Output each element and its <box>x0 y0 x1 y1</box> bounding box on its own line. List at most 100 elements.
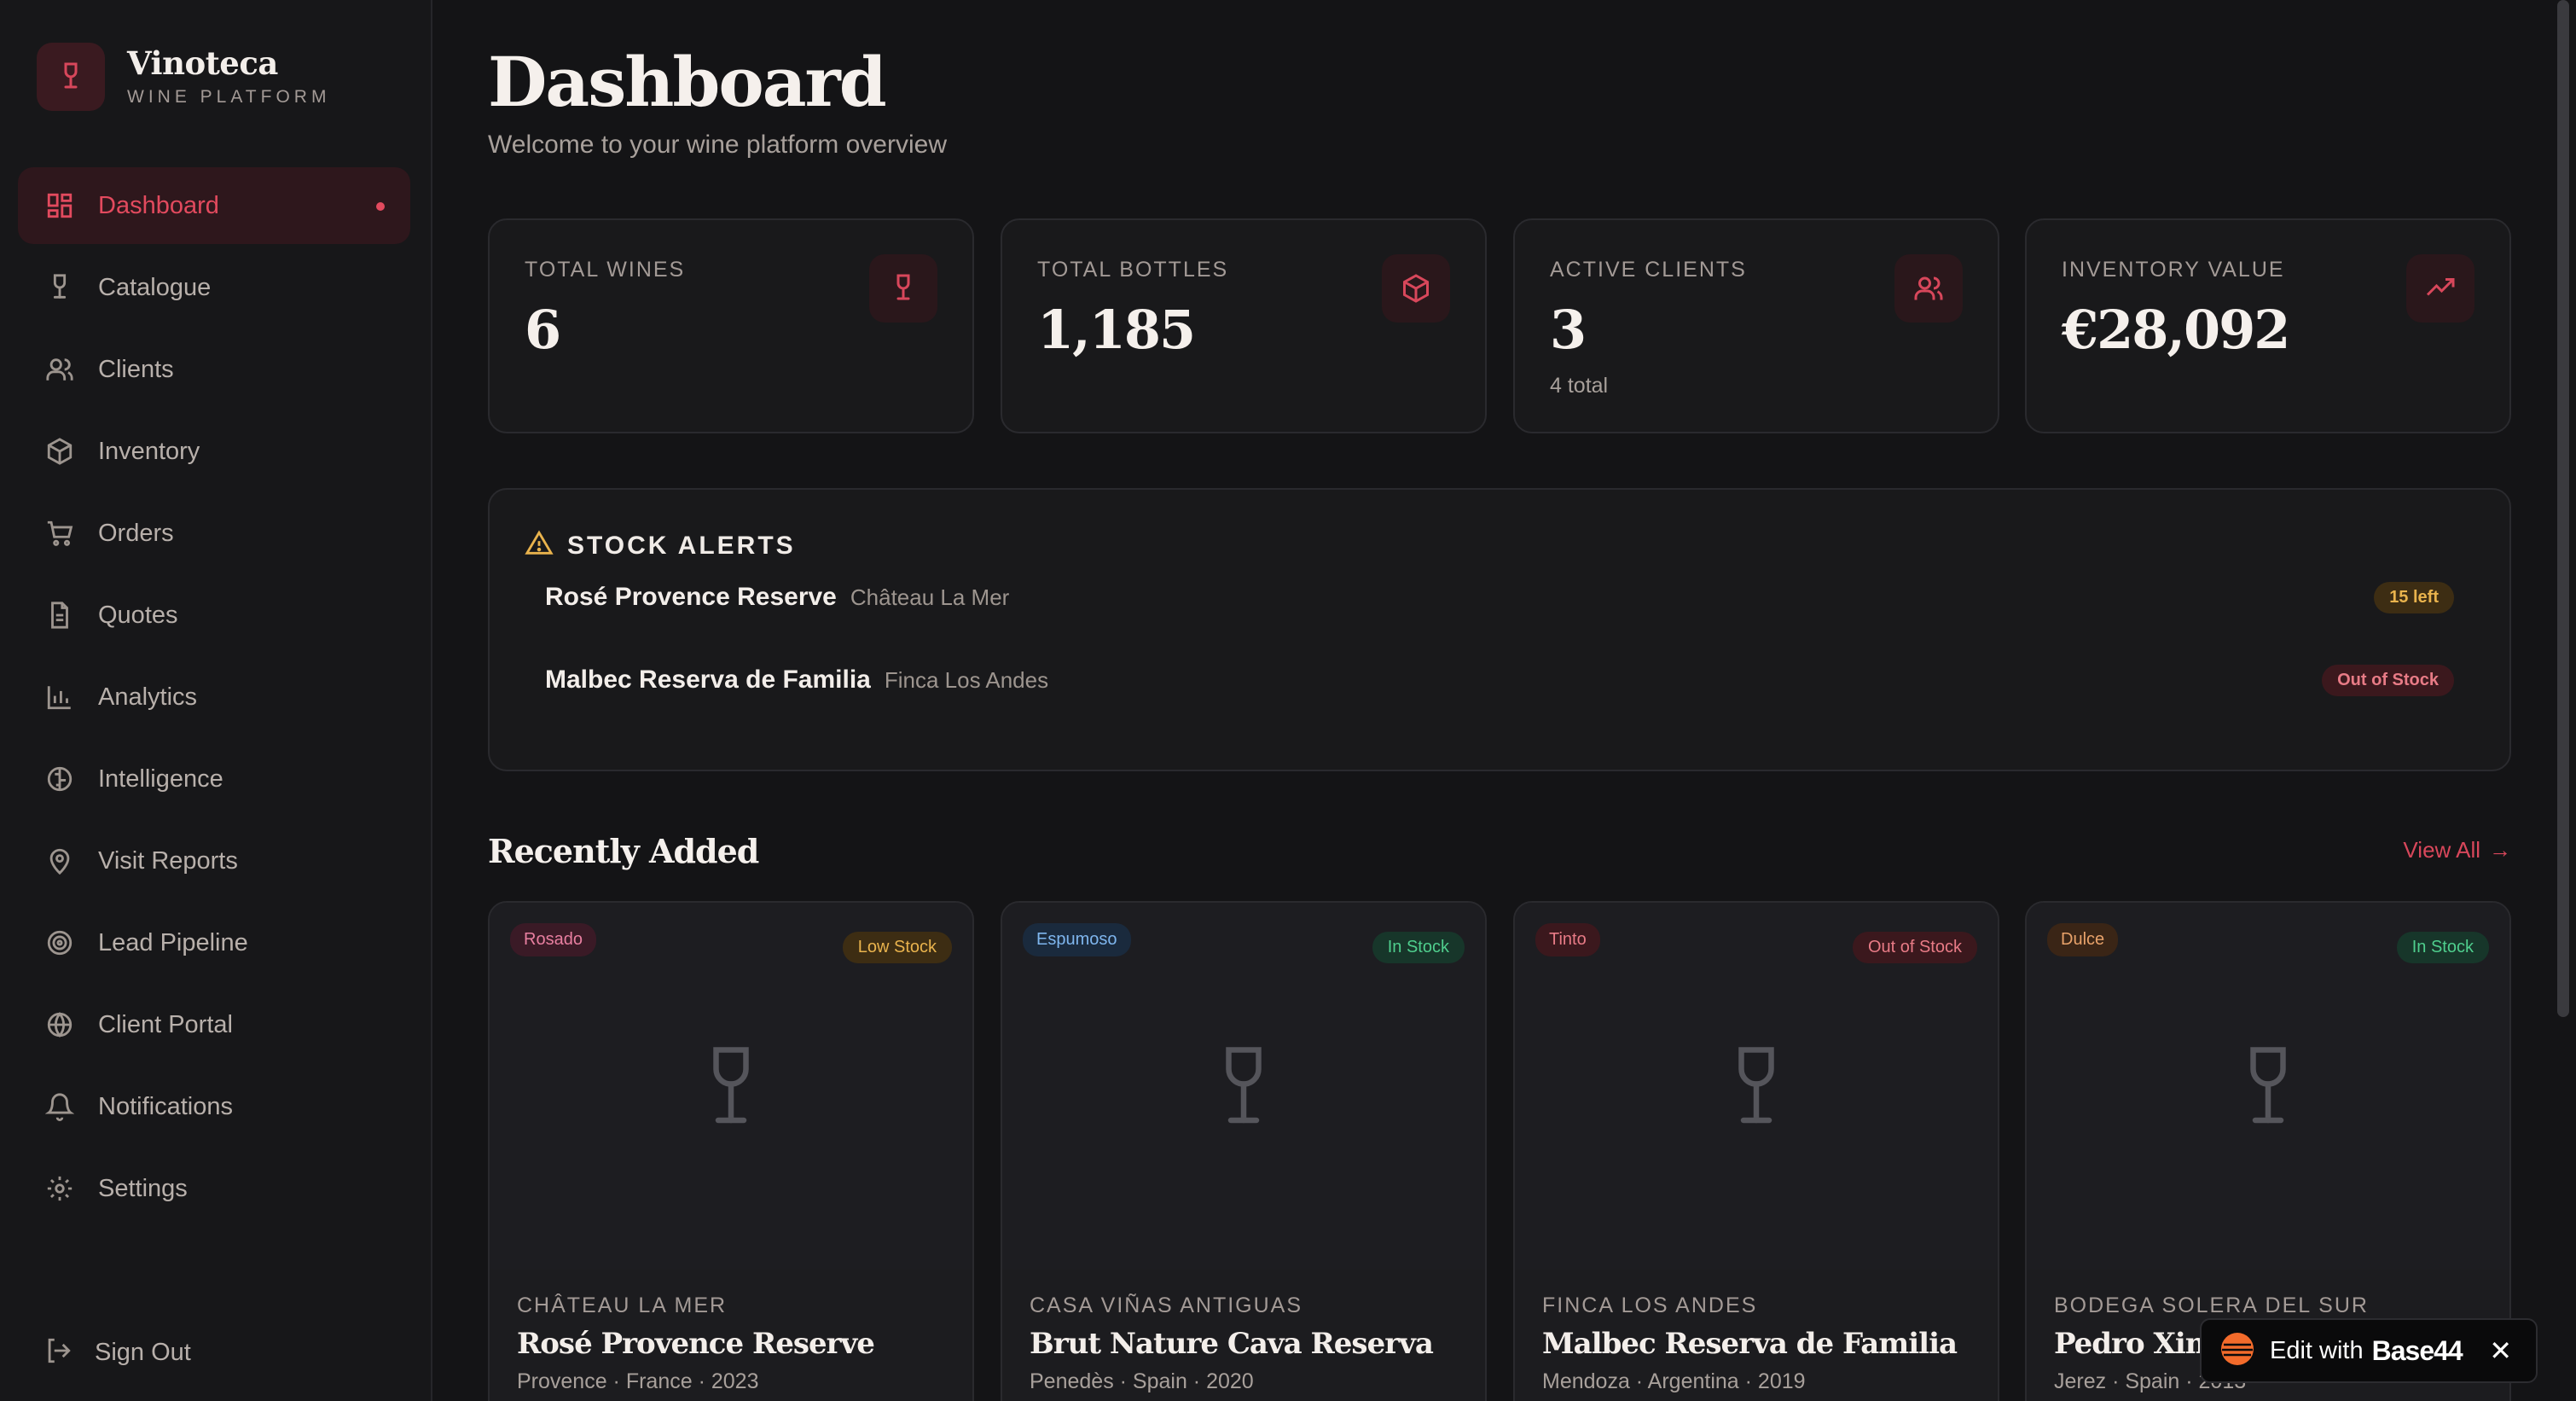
target-icon <box>44 927 76 959</box>
sidebar-item-label: Notifications <box>98 1092 233 1120</box>
stock-alerts-title: STOCK ALERTS <box>567 531 796 560</box>
sidebar-item-label: Client Portal <box>98 1010 233 1038</box>
warning-icon <box>525 529 554 562</box>
stock-badge: 15 left <box>2374 581 2454 613</box>
stock-alert-row[interactable]: Rosé Provence Reserve Château La Mer 15 … <box>545 576 2454 619</box>
map-pin-icon <box>44 845 76 877</box>
wine-producer: FINCA LOS ANDES <box>1542 1293 1758 1317</box>
sidebar-item-label: Intelligence <box>98 764 223 793</box>
wine-glass-icon <box>1738 1047 1774 1124</box>
stock-badge: Out of Stock <box>2322 664 2454 696</box>
sidebar-item-label: Dashboard <box>98 191 219 219</box>
wine-producer: BODEGA SOLERA DEL SUR <box>2054 1293 2369 1317</box>
brand[interactable]: Vinoteca WINE PLATFORM <box>37 43 330 111</box>
stat-card-total-bottles: TOTAL BOTTLES 1,185 <box>1001 218 1487 433</box>
gear-icon <box>44 1172 76 1205</box>
sidebar: Vinoteca WINE PLATFORM Dashboard Catalog… <box>0 0 432 1401</box>
sidebar-item-clients[interactable]: Clients <box>18 331 410 408</box>
page-title: Dashboard <box>488 42 887 122</box>
sidebar-item-dashboard[interactable]: Dashboard <box>18 167 410 244</box>
wine-glass-icon <box>37 43 105 111</box>
brand-subtitle: WINE PLATFORM <box>127 87 331 108</box>
alert-producer: Finca Los Andes <box>884 666 1049 693</box>
stock-status-pill: Low Stock <box>842 932 952 963</box>
wine-meta: Mendoza · Argentina · 2019 <box>1542 1369 1806 1393</box>
wine-name: Rosé Provence Reserve <box>517 1327 875 1361</box>
sidebar-item-quotes[interactable]: Quotes <box>18 577 410 654</box>
wine-type-pill: Tinto <box>1535 923 1600 956</box>
wine-card[interactable]: Espumoso In Stock CASA VIÑAS ANTIGUAS Br… <box>1001 901 1487 1401</box>
logout-icon <box>44 1336 73 1369</box>
dashboard-icon <box>44 189 76 222</box>
alert-wine-name: Rosé Provence Reserve <box>545 583 837 611</box>
wine-name: Malbec Reserva de Familia <box>1542 1327 1958 1361</box>
sidebar-item-notifications[interactable]: Notifications <box>18 1068 410 1145</box>
edit-with-base44-badge[interactable]: Edit with Base44 ✕ <box>2200 1318 2538 1383</box>
sidebar-item-settings[interactable]: Settings <box>18 1150 410 1227</box>
sidebar-nav: Dashboard Catalogue Clients Inventory Or… <box>18 167 410 1232</box>
stat-value: 6 <box>525 299 561 361</box>
stat-label: INVENTORY VALUE <box>2062 258 2285 282</box>
sidebar-item-label: Visit Reports <box>98 846 238 875</box>
recently-added-title: Recently Added <box>488 832 759 870</box>
sidebar-item-intelligence[interactable]: Intelligence <box>18 741 410 817</box>
stat-label: TOTAL BOTTLES <box>1037 258 1229 282</box>
wine-glass-icon <box>869 254 937 323</box>
active-indicator-dot <box>376 202 385 211</box>
wine-card[interactable]: Rosado Low Stock CHÂTEAU LA MER Rosé Pro… <box>488 901 974 1401</box>
sidebar-item-catalogue[interactable]: Catalogue <box>18 249 410 326</box>
view-all-link[interactable]: View All → <box>2403 837 2511 863</box>
stock-alerts-header: STOCK ALERTS <box>525 529 796 562</box>
wine-glass-icon <box>44 271 76 304</box>
stock-status-pill: In Stock <box>1372 932 1465 963</box>
wine-glass-icon <box>2250 1047 2286 1124</box>
close-icon[interactable]: ✕ <box>2489 1334 2512 1367</box>
sidebar-item-client-portal[interactable]: Client Portal <box>18 986 410 1063</box>
sidebar-item-label: Quotes <box>98 601 178 629</box>
wine-producer: CHÂTEAU LA MER <box>517 1293 728 1317</box>
alert-producer: Château La Mer <box>850 584 1010 610</box>
sidebar-item-label: Analytics <box>98 683 198 711</box>
base44-logo-icon <box>2220 1332 2254 1370</box>
sidebar-item-analytics[interactable]: Analytics <box>18 659 410 735</box>
sidebar-item-label: Lead Pipeline <box>98 928 248 956</box>
stock-alert-row[interactable]: Malbec Reserva de Familia Finca Los Ande… <box>545 659 2454 701</box>
stat-card-active-clients: ACTIVE CLIENTS 3 4 total <box>1513 218 1999 433</box>
stock-alerts-panel: STOCK ALERTS Rosé Provence Reserve Châte… <box>488 488 2511 771</box>
cart-icon <box>44 517 76 549</box>
wine-type-pill: Espumoso <box>1023 923 1131 956</box>
package-icon <box>1382 254 1450 323</box>
sidebar-item-lead-pipeline[interactable]: Lead Pipeline <box>18 904 410 981</box>
stat-card-inventory-value: INVENTORY VALUE €28,092 <box>2025 218 2511 433</box>
wine-meta: Penedès · Spain · 2020 <box>1030 1369 1254 1393</box>
sidebar-item-inventory[interactable]: Inventory <box>18 413 410 490</box>
view-all-label: View All <box>2403 837 2480 863</box>
wine-glass-icon <box>1226 1047 1262 1124</box>
scrollbar[interactable] <box>2557 0 2569 1017</box>
bar-chart-icon <box>44 681 76 713</box>
alert-wine-name: Malbec Reserva de Familia <box>545 666 871 694</box>
stat-note: 4 total <box>1550 374 1609 398</box>
arrow-right-icon: → <box>2489 837 2511 863</box>
stat-label: TOTAL WINES <box>525 258 686 282</box>
stock-status-pill: Out of Stock <box>1852 932 1977 963</box>
app-root: Vinoteca WINE PLATFORM Dashboard Catalog… <box>0 0 2576 1401</box>
brand-name: Vinoteca <box>127 44 278 82</box>
sidebar-item-label: Settings <box>98 1174 188 1202</box>
wine-type-pill: Dulce <box>2047 923 2119 956</box>
sidebar-item-visit-reports[interactable]: Visit Reports <box>18 823 410 899</box>
edit-brand: Base44 <box>2371 1334 2463 1366</box>
document-icon <box>44 599 76 631</box>
package-icon <box>44 435 76 468</box>
wine-card[interactable]: Tinto Out of Stock FINCA LOS ANDES Malbe… <box>1513 901 1999 1401</box>
stat-card-total-wines: TOTAL WINES 6 <box>488 218 974 433</box>
wine-producer: CASA VIÑAS ANTIGUAS <box>1030 1293 1303 1317</box>
stat-label: ACTIVE CLIENTS <box>1550 258 1747 282</box>
sign-out-button[interactable]: Sign Out <box>18 1314 410 1391</box>
bell-icon <box>44 1090 76 1123</box>
stock-status-pill: In Stock <box>2396 932 2489 963</box>
stats-row: TOTAL WINES 6 TOTAL BOTTLES 1,185 ACTIVE… <box>488 218 2511 433</box>
page-subtitle: Welcome to your wine platform overview <box>488 131 947 159</box>
sidebar-item-orders[interactable]: Orders <box>18 495 410 572</box>
wine-meta: Provence · France · 2023 <box>517 1369 759 1393</box>
